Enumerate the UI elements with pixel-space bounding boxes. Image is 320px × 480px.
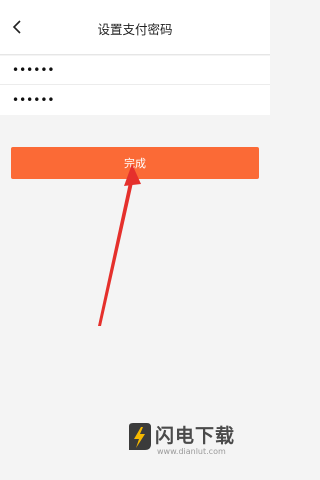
confirm-password-input[interactable]: •••••• [0,85,270,115]
lightning-logo-icon [129,423,151,450]
watermark: 闪电下载 www.dianlut.com [125,416,265,466]
password-fields: •••••• •••••• [0,56,270,115]
top-bar: 设置支付密码 [0,0,270,55]
done-button-label: 完成 [124,157,146,170]
password-dots: •••••• [12,63,55,77]
page-title: 设置支付密码 [97,22,173,37]
done-button[interactable]: 完成 [11,147,259,179]
password-input[interactable]: •••••• [0,56,270,85]
password-dots: •••••• [12,93,55,107]
watermark-name: 闪电下载 [155,425,236,447]
watermark-url: www.dianlut.com [157,447,226,456]
